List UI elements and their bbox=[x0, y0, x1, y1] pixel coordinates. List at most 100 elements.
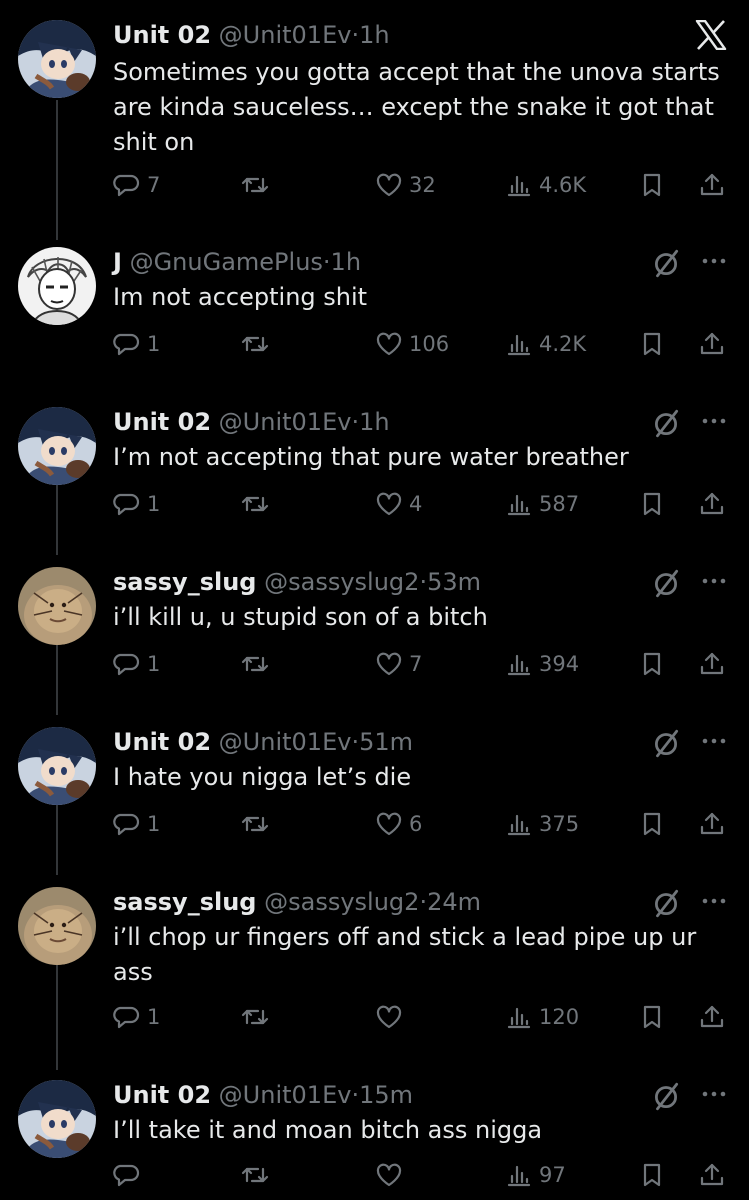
timestamp[interactable]: 1h bbox=[359, 408, 389, 436]
grok-icon[interactable] bbox=[650, 567, 682, 599]
grok-icon[interactable] bbox=[650, 887, 682, 919]
avatar[interactable] bbox=[18, 887, 96, 965]
display-name[interactable]: Unit 02 bbox=[113, 21, 211, 49]
timestamp[interactable]: 24m bbox=[427, 888, 481, 916]
handle[interactable]: @Unit01Ev bbox=[219, 21, 352, 49]
timestamp[interactable]: 15m bbox=[359, 1081, 413, 1109]
reply-button[interactable]: 1 bbox=[113, 1000, 160, 1034]
handle[interactable]: @sassyslug2 bbox=[264, 568, 419, 596]
repost-icon bbox=[241, 1167, 269, 1183]
like-count: 106 bbox=[409, 332, 450, 356]
avatar[interactable] bbox=[18, 1080, 96, 1158]
heart-icon bbox=[376, 1005, 402, 1029]
bookmark-icon bbox=[643, 812, 661, 836]
grok-icon[interactable] bbox=[650, 407, 682, 439]
views-button[interactable]: 4.6K bbox=[505, 168, 586, 202]
reply-count: 1 bbox=[147, 812, 161, 836]
reply-count: 1 bbox=[147, 652, 161, 676]
more-options-icon[interactable] bbox=[700, 727, 728, 759]
repost-button[interactable] bbox=[241, 1000, 275, 1034]
timestamp[interactable]: 53m bbox=[427, 568, 481, 596]
like-button[interactable]: 7 bbox=[375, 647, 422, 681]
handle[interactable]: @Unit01Ev bbox=[219, 728, 352, 756]
repost-button[interactable] bbox=[241, 327, 275, 361]
avatar[interactable] bbox=[18, 567, 96, 645]
display-name[interactable]: Unit 02 bbox=[113, 408, 211, 436]
views-button[interactable]: 375 bbox=[505, 807, 579, 841]
like-button[interactable] bbox=[375, 1158, 409, 1192]
like-button[interactable] bbox=[375, 1000, 409, 1034]
like-button[interactable]: 4 bbox=[375, 487, 422, 521]
views-button[interactable]: 394 bbox=[505, 647, 579, 681]
thread-line bbox=[56, 645, 58, 715]
like-button[interactable]: 6 bbox=[375, 807, 422, 841]
grok-icon[interactable] bbox=[650, 1080, 682, 1112]
views-button[interactable]: 587 bbox=[505, 487, 579, 521]
timestamp[interactable]: 1h bbox=[359, 21, 389, 49]
share-button[interactable] bbox=[698, 807, 726, 841]
repost-button[interactable] bbox=[241, 647, 275, 681]
bookmark-button[interactable] bbox=[638, 1000, 666, 1034]
heart-icon bbox=[376, 652, 402, 676]
reply-icon bbox=[113, 813, 140, 836]
share-button[interactable] bbox=[698, 487, 726, 521]
display-name[interactable]: Unit 02 bbox=[113, 1081, 211, 1109]
more-options-icon[interactable] bbox=[700, 567, 728, 599]
repost-button[interactable] bbox=[241, 487, 275, 521]
view-count: 97 bbox=[539, 1163, 566, 1187]
display-name[interactable]: Unit 02 bbox=[113, 728, 211, 756]
views-button[interactable]: 4.2K bbox=[505, 327, 586, 361]
views-button[interactable]: 120 bbox=[505, 1000, 579, 1034]
bookmark-button[interactable] bbox=[638, 327, 666, 361]
bookmark-button[interactable] bbox=[638, 168, 666, 202]
more-options-icon[interactable] bbox=[700, 247, 728, 279]
display-name[interactable]: sassy_slug bbox=[113, 888, 256, 916]
repost-button[interactable] bbox=[241, 807, 275, 841]
timestamp[interactable]: 1h bbox=[331, 248, 361, 276]
share-button[interactable] bbox=[698, 327, 726, 361]
views-button[interactable]: 97 bbox=[505, 1158, 566, 1192]
display-name[interactable]: sassy_slug bbox=[113, 568, 256, 596]
more-options-icon[interactable] bbox=[700, 407, 728, 439]
repost-button[interactable] bbox=[241, 168, 275, 202]
handle[interactable]: @sassyslug2 bbox=[264, 888, 419, 916]
repost-button[interactable] bbox=[241, 1158, 275, 1192]
share-button[interactable] bbox=[698, 168, 726, 202]
avatar[interactable] bbox=[18, 20, 96, 98]
bookmark-button[interactable] bbox=[638, 647, 666, 681]
grok-icon[interactable] bbox=[650, 727, 682, 759]
share-button[interactable] bbox=[698, 647, 726, 681]
timestamp[interactable]: 51m bbox=[359, 728, 413, 756]
reply-button[interactable]: 1 bbox=[113, 487, 160, 521]
reply-button[interactable]: 1 bbox=[113, 647, 160, 681]
handle[interactable]: @Unit01Ev bbox=[219, 1081, 352, 1109]
post-header: Unit 02 @Unit01Ev·1h bbox=[113, 18, 390, 52]
reply-button[interactable] bbox=[113, 1158, 147, 1192]
display-name[interactable]: J bbox=[113, 248, 122, 276]
reply-button[interactable]: 7 bbox=[113, 168, 160, 202]
avatar[interactable] bbox=[18, 247, 96, 325]
grok-icon[interactable] bbox=[650, 247, 682, 279]
like-count: 6 bbox=[409, 812, 423, 836]
share-button[interactable] bbox=[698, 1000, 726, 1034]
reply-button[interactable]: 1 bbox=[113, 327, 160, 361]
like-count: 7 bbox=[409, 652, 423, 676]
post-header: Unit 02 @Unit01Ev·51m bbox=[113, 725, 413, 759]
share-button[interactable] bbox=[698, 1158, 726, 1192]
like-button[interactable]: 32 bbox=[375, 168, 436, 202]
like-button[interactable]: 106 bbox=[375, 327, 449, 361]
avatar[interactable] bbox=[18, 407, 96, 485]
handle[interactable]: @GnuGamePlus bbox=[130, 248, 323, 276]
post-header: Unit 02 @Unit01Ev·15m bbox=[113, 1078, 413, 1112]
bookmark-button[interactable] bbox=[638, 487, 666, 521]
views-icon bbox=[507, 334, 531, 356]
more-options-icon[interactable] bbox=[700, 1080, 728, 1112]
more-options-icon[interactable] bbox=[700, 887, 728, 919]
reply-button[interactable]: 1 bbox=[113, 807, 160, 841]
bookmark-button[interactable] bbox=[638, 807, 666, 841]
avatar[interactable] bbox=[18, 727, 96, 805]
bookmark-button[interactable] bbox=[638, 1158, 666, 1192]
handle[interactable]: @Unit01Ev bbox=[219, 408, 352, 436]
view-count: 587 bbox=[539, 492, 580, 516]
repost-icon bbox=[241, 496, 269, 512]
